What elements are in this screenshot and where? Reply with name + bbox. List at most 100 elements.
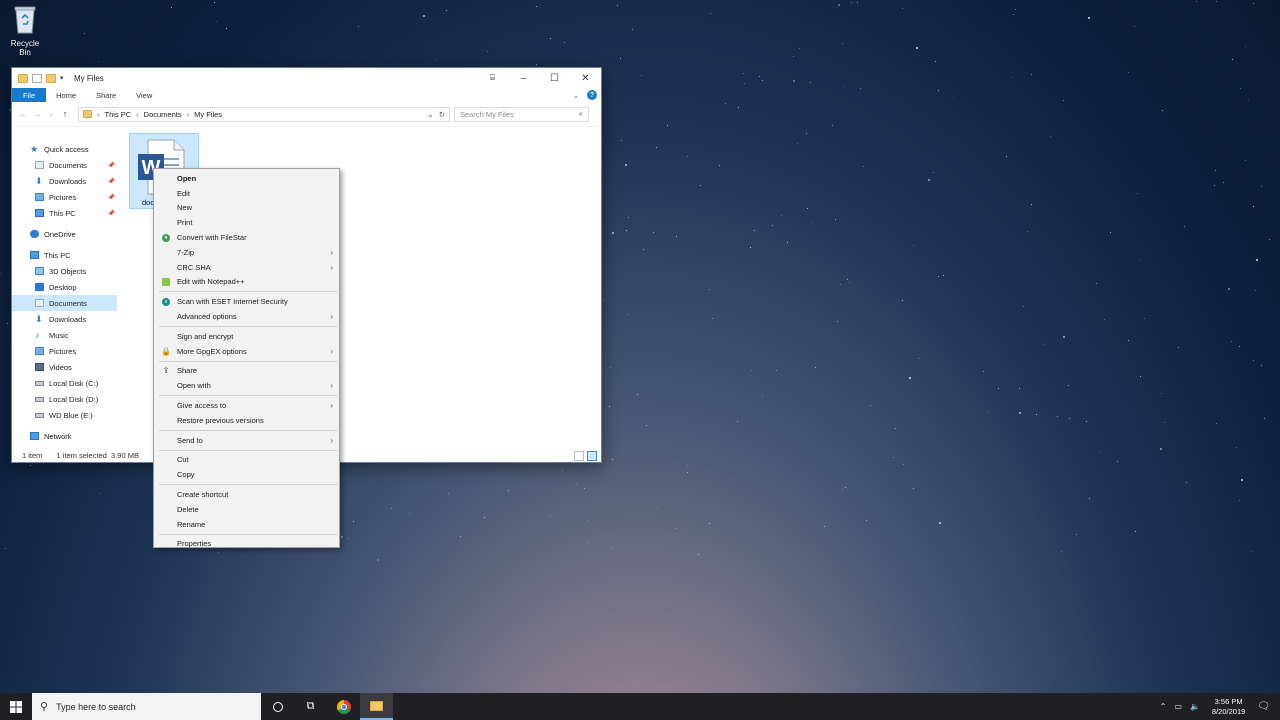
menu-new[interactable]: New (154, 201, 339, 216)
menu-give-access[interactable]: Give access to › (154, 398, 339, 413)
star (792, 79, 795, 82)
nav-desktop[interactable]: Desktop (12, 279, 117, 295)
star (657, 506, 659, 508)
menu-rename[interactable]: Rename (154, 517, 339, 532)
menu-create-shortcut[interactable]: Create shortcut (154, 487, 339, 502)
refresh-icon[interactable]: ↻ (439, 110, 445, 119)
maximize-button[interactable]: ☐ (539, 68, 570, 88)
star (901, 8, 903, 10)
menu-cut[interactable]: Cut (154, 453, 339, 468)
nav-pictures[interactable]: Pictures (12, 343, 117, 359)
expand-ribbon-icon[interactable]: ⌄ (573, 91, 579, 100)
close-button[interactable]: ✕ (570, 68, 601, 88)
breadcrumb-this-pc[interactable]: This PC (105, 110, 132, 119)
start-button[interactable] (0, 693, 32, 720)
menu-more-gpgex[interactable]: 🔒 More GpgEX options › (154, 344, 339, 359)
notepad-plus-icon (162, 277, 170, 286)
large-icons-view-icon[interactable] (587, 450, 597, 461)
tab-file[interactable]: File (12, 88, 47, 102)
chrome-taskbar-button[interactable] (327, 693, 360, 720)
menu-sign-encrypt[interactable]: Sign and encrypt (154, 329, 339, 344)
menu-properties[interactable]: Properties (154, 537, 339, 552)
menu-print[interactable]: Print (154, 215, 339, 230)
nav-onedrive[interactable]: OneDrive (12, 226, 117, 242)
menu-advanced-options[interactable]: Advanced options › (154, 309, 339, 324)
star (935, 60, 937, 62)
minimize-button[interactable]: – (508, 68, 539, 88)
tab-share[interactable]: Share (86, 88, 126, 102)
nav-music[interactable]: ♪ Music (12, 327, 117, 343)
nav-qa-documents[interactable]: Documents 📌 (12, 157, 117, 173)
recent-locations-icon[interactable]: ⌄ (44, 110, 58, 118)
customize-toolbar-icon[interactable]: ▾ (60, 74, 66, 83)
address-dropdown-icon[interactable]: ⌄ (427, 110, 433, 119)
task-view-button[interactable]: ⧉ (294, 693, 327, 720)
tab-home[interactable]: Home (46, 88, 86, 102)
nav-network[interactable]: Network (12, 428, 117, 444)
menu-edit-notepad[interactable]: Edit with Notepad++ (154, 275, 339, 290)
menu-crc-sha[interactable]: CRC SHA › (154, 260, 339, 275)
file-explorer-taskbar-button[interactable] (360, 693, 393, 720)
menu-convert-filestar[interactable]: ★ Convert with FileStar (154, 230, 339, 245)
menu-open-with[interactable]: Open with › (154, 378, 339, 393)
volume-icon[interactable]: 🔈 (1190, 702, 1200, 711)
help-icon[interactable]: ? (587, 90, 597, 100)
properties-icon[interactable] (32, 73, 42, 83)
menu-send-to[interactable]: Send to › (154, 433, 339, 448)
ribbon-tabs: File Home Share View ⌄ ? (12, 88, 601, 102)
clock[interactable]: 3:56 PM 8/20/2019 (1208, 697, 1249, 717)
tab-view[interactable]: View (126, 88, 162, 102)
nav-wd-blue-e[interactable]: WD Blue (E:) (12, 407, 117, 423)
menu-restore-versions[interactable]: Restore previous versions (154, 413, 339, 428)
menu-edit[interactable]: Edit (154, 186, 339, 201)
menu-share[interactable]: ⇪ Share (154, 364, 339, 379)
details-view-icon[interactable] (574, 450, 584, 461)
nav-videos[interactable]: Videos (12, 359, 117, 375)
taskbar-search-box[interactable]: ⚲ Type here to search (32, 693, 261, 720)
address-bar[interactable]: › This PC › Documents › My Files ⌄ ↻ (78, 106, 450, 122)
star (625, 164, 628, 167)
star (1085, 420, 1087, 422)
star (1253, 2, 1255, 4)
nav-local-disk-d[interactable]: Local Disk (D:) (12, 391, 117, 407)
menu-eset-scan[interactable]: e Scan with ESET Internet Security (154, 294, 339, 309)
nav-qa-pictures[interactable]: Pictures 📌 (12, 189, 117, 205)
nav-local-disk-c[interactable]: Local Disk (C:) (12, 375, 117, 391)
search-box[interactable]: Search My Files ⌕ (454, 106, 589, 122)
star (787, 241, 789, 243)
star (376, 559, 379, 562)
nav-documents[interactable]: Documents (12, 295, 117, 311)
breadcrumb-documents[interactable]: Documents (144, 110, 182, 119)
cortana-button[interactable] (261, 693, 294, 720)
back-arrow-icon[interactable]: ← (16, 109, 30, 119)
notifications-icon[interactable]: 🗨 (1257, 701, 1270, 712)
chevron-up-icon[interactable]: ⌃ (1160, 702, 1167, 711)
star (754, 230, 756, 232)
menu-open[interactable]: Open (154, 171, 339, 186)
menu-copy[interactable]: Copy (154, 467, 339, 482)
new-folder-icon[interactable] (46, 73, 56, 83)
nav-this-pc[interactable]: This PC (12, 247, 117, 263)
nav-quick-access[interactable]: ★ Quick access (12, 141, 117, 157)
star (901, 300, 903, 302)
star (1231, 58, 1233, 60)
star (619, 58, 621, 60)
star (636, 393, 638, 395)
up-arrow-icon[interactable]: ↑ (58, 109, 72, 119)
star (29, 465, 31, 467)
breadcrumb-my-files[interactable]: My Files (194, 110, 222, 119)
forward-arrow-icon[interactable]: → (30, 109, 44, 119)
nav-downloads[interactable]: ⬇ Downloads (12, 311, 117, 327)
recycle-bin-desktop-icon[interactable]: Recycle Bin (4, 4, 46, 57)
pin-icon[interactable]: ⌸ (477, 68, 508, 88)
nav-qa-this-pc[interactable]: This PC 📌 (12, 205, 117, 221)
menu-delete[interactable]: Delete (154, 502, 339, 517)
nav-qa-downloads[interactable]: ⬇ Downloads 📌 (12, 173, 117, 189)
star (483, 516, 485, 518)
nav-3d-objects[interactable]: 3D Objects (12, 263, 117, 279)
network-tray-icon[interactable]: ▭ (1174, 702, 1182, 711)
menu-separator (159, 360, 337, 362)
star (1240, 478, 1243, 481)
star (1216, 423, 1218, 425)
menu-7zip[interactable]: 7-Zip › (154, 245, 339, 260)
